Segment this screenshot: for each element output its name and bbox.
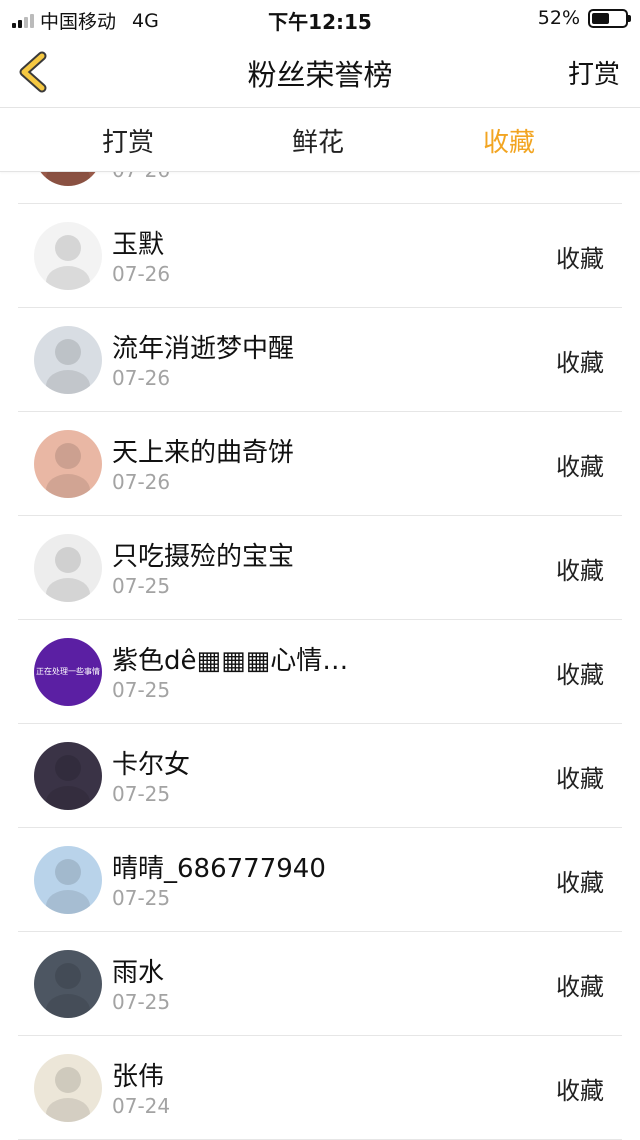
avatar[interactable] (34, 222, 102, 290)
avatar[interactable] (34, 534, 102, 602)
battery-percent: 52% (537, 7, 580, 29)
item-date: 07-25 (112, 990, 171, 1014)
tab-bar: 打赏 鲜花 收藏 (0, 108, 640, 172)
list-item[interactable]: 正在处理一些事情 紫色dê▦▦▦心情… 07-25 收藏 (18, 620, 622, 724)
page-title: 粉丝荣誉榜 (247, 58, 393, 92)
user-name: 紫色dê▦▦▦心情… (112, 646, 349, 676)
item-date: 07-26 (112, 262, 171, 286)
user-name: 只吃摄殓的宝宝 (112, 542, 295, 572)
item-date: 07-26 (112, 366, 171, 390)
avatar[interactable] (34, 326, 102, 394)
list-item[interactable]: 玉默 07-26 收藏 (18, 204, 622, 308)
reward-button[interactable]: 打赏 (568, 54, 620, 91)
battery-icon (588, 8, 631, 28)
action-label: 收藏 (556, 557, 604, 585)
action-label: 收藏 (556, 661, 604, 689)
list-item[interactable]: 流年消逝梦中醒 07-26 收藏 (18, 308, 622, 412)
avatar[interactable]: 正在处理一些事情 (34, 638, 102, 706)
avatar[interactable] (34, 742, 102, 810)
user-name: 张伟 (112, 1062, 165, 1092)
avatar[interactable] (34, 846, 102, 914)
action-label: 收藏 (556, 765, 604, 793)
item-date: 07-24 (112, 1094, 171, 1118)
user-name: 天上来的曲奇饼 (112, 438, 295, 468)
item-date: 07-25 (112, 782, 171, 806)
action-label: 收藏 (556, 1077, 604, 1105)
favorites-list: 07-26玉默07-26收藏流年消逝梦中醒07-26收藏天上来的曲奇饼07-26… (0, 100, 640, 1140)
list-item[interactable]: 张伟 07-24 收藏 (18, 1036, 622, 1140)
status-bar: 中国移动 4G 下午12:15 52% (0, 0, 640, 36)
avatar-text: 正在处理一些事情 (36, 667, 100, 676)
list-item[interactable]: 天上来的曲奇饼 07-26 收藏 (18, 412, 622, 516)
list-item[interactable]: 卡尔女 07-25 收藏 (18, 724, 622, 828)
item-date: 07-25 (112, 678, 171, 702)
user-name: 流年消逝梦中醒 (112, 334, 295, 364)
nav-bar: 粉丝荣誉榜 打赏 (0, 36, 640, 108)
action-label: 收藏 (556, 453, 604, 481)
list-item[interactable]: 晴晴_686777940 07-25 收藏 (18, 828, 622, 932)
user-name: 卡尔女 (112, 750, 191, 780)
action-label: 收藏 (556, 973, 604, 1001)
item-date: 07-25 (112, 574, 171, 598)
item-date: 07-26 (112, 470, 171, 494)
avatar[interactable] (34, 950, 102, 1018)
action-label: 收藏 (556, 245, 604, 273)
user-name: 玉默 (112, 230, 165, 260)
list-item[interactable]: 雨水 07-25 收藏 (18, 932, 622, 1036)
item-date: 07-25 (112, 886, 171, 910)
tab-reward[interactable]: 打赏 (68, 122, 188, 159)
user-name: 雨水 (112, 958, 165, 988)
status-right: 52% (537, 7, 631, 29)
action-label: 收藏 (556, 869, 604, 897)
action-label: 收藏 (556, 349, 604, 377)
tab-flowers[interactable]: 鲜花 (258, 122, 378, 159)
list-item[interactable]: 只吃摄殓的宝宝 07-25 收藏 (18, 516, 622, 620)
user-name: 晴晴_686777940 (112, 854, 326, 884)
avatar[interactable] (34, 430, 102, 498)
avatar[interactable] (34, 1054, 102, 1122)
tab-favorites[interactable]: 收藏 (449, 122, 569, 159)
